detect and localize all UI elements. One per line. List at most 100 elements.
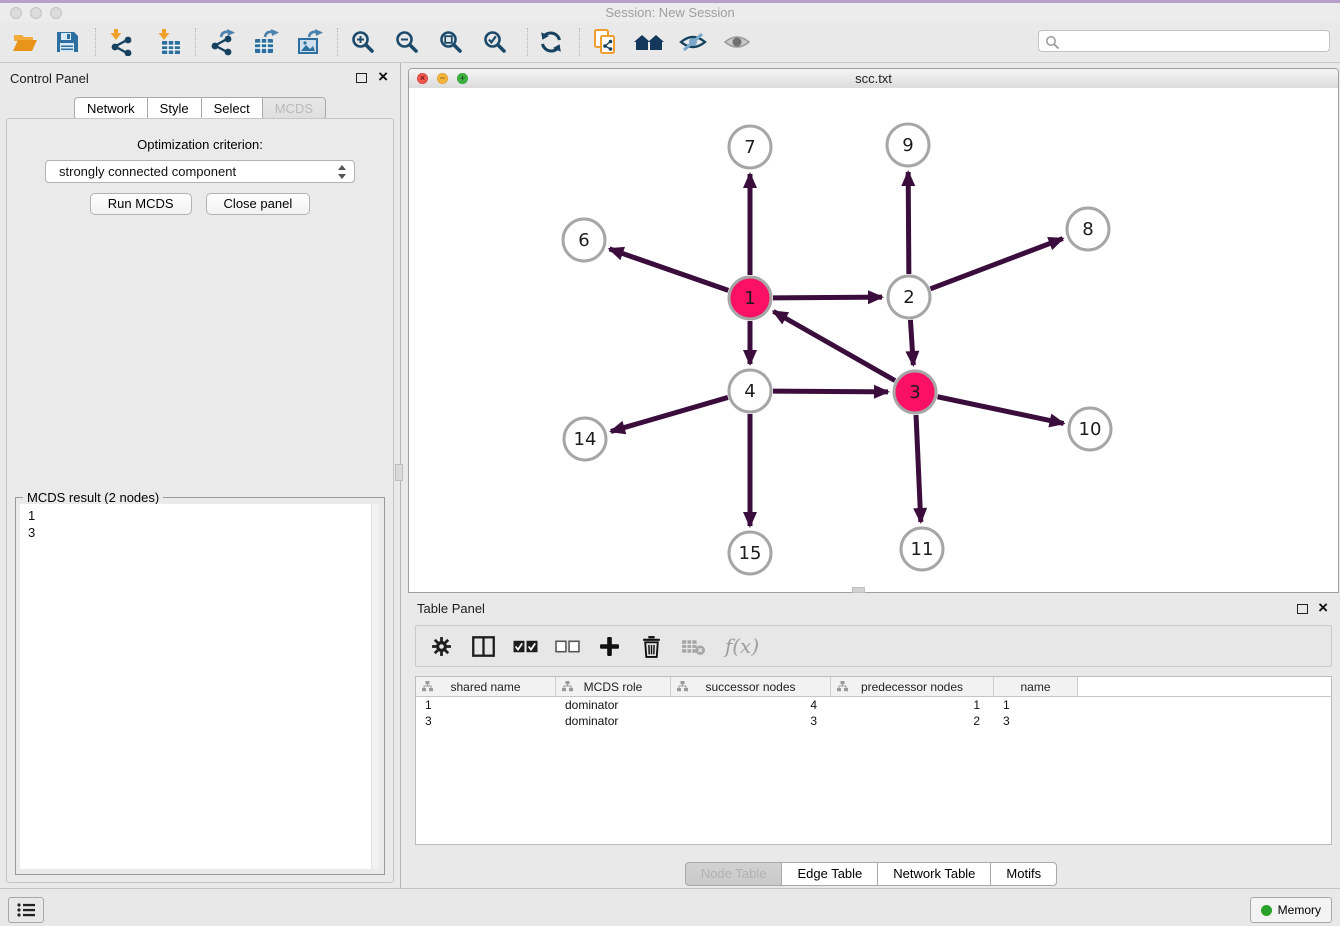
table-cell[interactable]: 3 bbox=[671, 713, 831, 729]
node-14[interactable]: 14 bbox=[564, 418, 606, 460]
export-table-button[interactable] bbox=[247, 24, 285, 60]
network-window-titlebar[interactable]: × − + scc.txt bbox=[409, 69, 1338, 89]
edge-3-11[interactable] bbox=[916, 415, 921, 522]
result-scrollbar[interactable] bbox=[371, 504, 379, 869]
svg-text:4: 4 bbox=[744, 381, 755, 402]
show-all-button[interactable] bbox=[718, 24, 756, 60]
network-graph[interactable]: 7 9 6 8 1 2 4 3 14 10 15 11 bbox=[409, 88, 1338, 592]
edge-4-14[interactable] bbox=[611, 397, 728, 431]
network-canvas[interactable]: 7 9 6 8 1 2 4 3 14 10 15 11 bbox=[409, 88, 1338, 592]
first-neighbors-button[interactable] bbox=[630, 24, 668, 60]
export-table-icon bbox=[253, 29, 280, 56]
tab-motifs[interactable]: Motifs bbox=[990, 862, 1057, 886]
task-history-button[interactable] bbox=[8, 897, 44, 923]
zoom-out-icon bbox=[395, 30, 419, 54]
tab-style[interactable]: Style bbox=[147, 97, 202, 120]
mcds-panel: Optimization criterion: strongly connect… bbox=[6, 118, 394, 883]
table-cell[interactable]: 3 bbox=[416, 713, 556, 729]
table-cell[interactable]: 1 bbox=[994, 697, 1078, 713]
tab-node-table[interactable]: Node Table bbox=[685, 862, 783, 886]
table-settings-button[interactable] bbox=[428, 631, 454, 661]
node-4[interactable]: 4 bbox=[729, 370, 771, 412]
open-session-button[interactable] bbox=[6, 24, 44, 60]
node-7[interactable]: 7 bbox=[729, 126, 771, 168]
import-network-button[interactable] bbox=[101, 24, 139, 60]
function-builder-button[interactable]: f(x) bbox=[722, 631, 762, 661]
node-6[interactable]: 6 bbox=[563, 219, 605, 261]
column-header-predecessor-nodes[interactable]: predecessor nodes bbox=[831, 677, 994, 696]
node-10[interactable]: 10 bbox=[1069, 408, 1111, 450]
memory-label: Memory bbox=[1278, 903, 1321, 917]
edge-2-9[interactable] bbox=[908, 172, 909, 274]
zoom-out-button[interactable] bbox=[388, 24, 426, 60]
table-cell[interactable]: 2 bbox=[831, 713, 994, 729]
close-panel-icon[interactable]: × bbox=[378, 70, 388, 84]
save-session-button[interactable] bbox=[48, 24, 86, 60]
edge-4-3[interactable] bbox=[773, 391, 888, 392]
table-body: 1dominator4113dominator323 bbox=[416, 697, 1331, 729]
edge-2-8[interactable] bbox=[931, 239, 1063, 289]
main-titlebar[interactable]: Session: New Session bbox=[0, 3, 1340, 22]
export-network-button[interactable] bbox=[203, 24, 241, 60]
zoom-selected-button[interactable] bbox=[476, 24, 514, 60]
node-2[interactable]: 2 bbox=[888, 276, 930, 318]
node-1[interactable]: 1 bbox=[729, 277, 771, 319]
column-header-name[interactable]: name bbox=[994, 677, 1078, 696]
edge-1-2[interactable] bbox=[773, 297, 882, 298]
tab-network-table[interactable]: Network Table bbox=[877, 862, 991, 886]
deselect-all-button[interactable] bbox=[554, 631, 580, 661]
column-header-shared-name[interactable]: shared name bbox=[416, 677, 556, 696]
table-cell[interactable]: 4 bbox=[671, 697, 831, 713]
table-cell[interactable]: dominator bbox=[556, 697, 671, 713]
table-cell[interactable]: 1 bbox=[416, 697, 556, 713]
table-row[interactable]: 3dominator323 bbox=[416, 713, 1331, 729]
float-panel-icon[interactable] bbox=[356, 73, 367, 83]
search-input[interactable] bbox=[1063, 32, 1327, 52]
tab-edge-table[interactable]: Edge Table bbox=[781, 862, 878, 886]
table-close-icon[interactable]: × bbox=[1318, 601, 1328, 615]
horizontal-splitter-handle[interactable] bbox=[852, 587, 865, 593]
memory-status-dot bbox=[1261, 905, 1272, 916]
memory-button[interactable]: Memory bbox=[1250, 897, 1332, 923]
node-11[interactable]: 11 bbox=[901, 528, 943, 570]
export-image-button[interactable] bbox=[291, 24, 329, 60]
mcds-result-area[interactable]: 13 bbox=[20, 504, 379, 869]
column-header-mcds-role[interactable]: MCDS role bbox=[556, 677, 671, 696]
table-cell[interactable]: 3 bbox=[994, 713, 1078, 729]
delete-row-button[interactable] bbox=[638, 631, 664, 661]
node-8[interactable]: 8 bbox=[1067, 208, 1109, 250]
close-panel-button[interactable]: Close panel bbox=[206, 193, 311, 215]
toolbar-separator bbox=[95, 28, 96, 56]
zoom-fit-button[interactable] bbox=[432, 24, 470, 60]
show-columns-button[interactable] bbox=[470, 631, 496, 661]
search-box[interactable] bbox=[1038, 30, 1330, 52]
apply-layout-button[interactable] bbox=[532, 24, 570, 60]
tab-select[interactable]: Select bbox=[201, 97, 263, 120]
tab-mcds[interactable]: MCDS bbox=[262, 97, 326, 120]
table-float-icon[interactable] bbox=[1297, 604, 1308, 614]
add-row-button[interactable] bbox=[596, 631, 622, 661]
control-panel-tabs: NetworkStyleSelectMCDS bbox=[0, 97, 400, 120]
select-all-button[interactable] bbox=[512, 631, 538, 661]
criterion-dropdown[interactable]: strongly connected component bbox=[45, 160, 355, 183]
clone-network-button[interactable] bbox=[586, 24, 624, 60]
node-9[interactable]: 9 bbox=[887, 124, 929, 166]
node-15[interactable]: 15 bbox=[729, 532, 771, 574]
edge-3-1[interactable] bbox=[773, 311, 895, 380]
table-cell[interactable]: dominator bbox=[556, 713, 671, 729]
node-3[interactable]: 3 bbox=[894, 371, 936, 413]
delete-table-button[interactable] bbox=[680, 631, 706, 661]
vertical-splitter-handle[interactable] bbox=[395, 464, 403, 481]
run-mcds-button[interactable]: Run MCDS bbox=[90, 193, 192, 215]
zoom-in-button[interactable] bbox=[344, 24, 382, 60]
import-table-button[interactable] bbox=[149, 24, 187, 60]
edge-3-10[interactable] bbox=[938, 397, 1064, 424]
table-cell[interactable]: 1 bbox=[831, 697, 994, 713]
edge-2-3[interactable] bbox=[910, 320, 913, 365]
edge-1-6[interactable] bbox=[609, 249, 728, 291]
column-header-successor-nodes[interactable]: successor nodes bbox=[671, 677, 831, 696]
eye-icon bbox=[723, 32, 751, 52]
hide-selected-button[interactable] bbox=[674, 24, 712, 60]
tab-network[interactable]: Network bbox=[74, 97, 148, 120]
table-row[interactable]: 1dominator411 bbox=[416, 697, 1331, 713]
